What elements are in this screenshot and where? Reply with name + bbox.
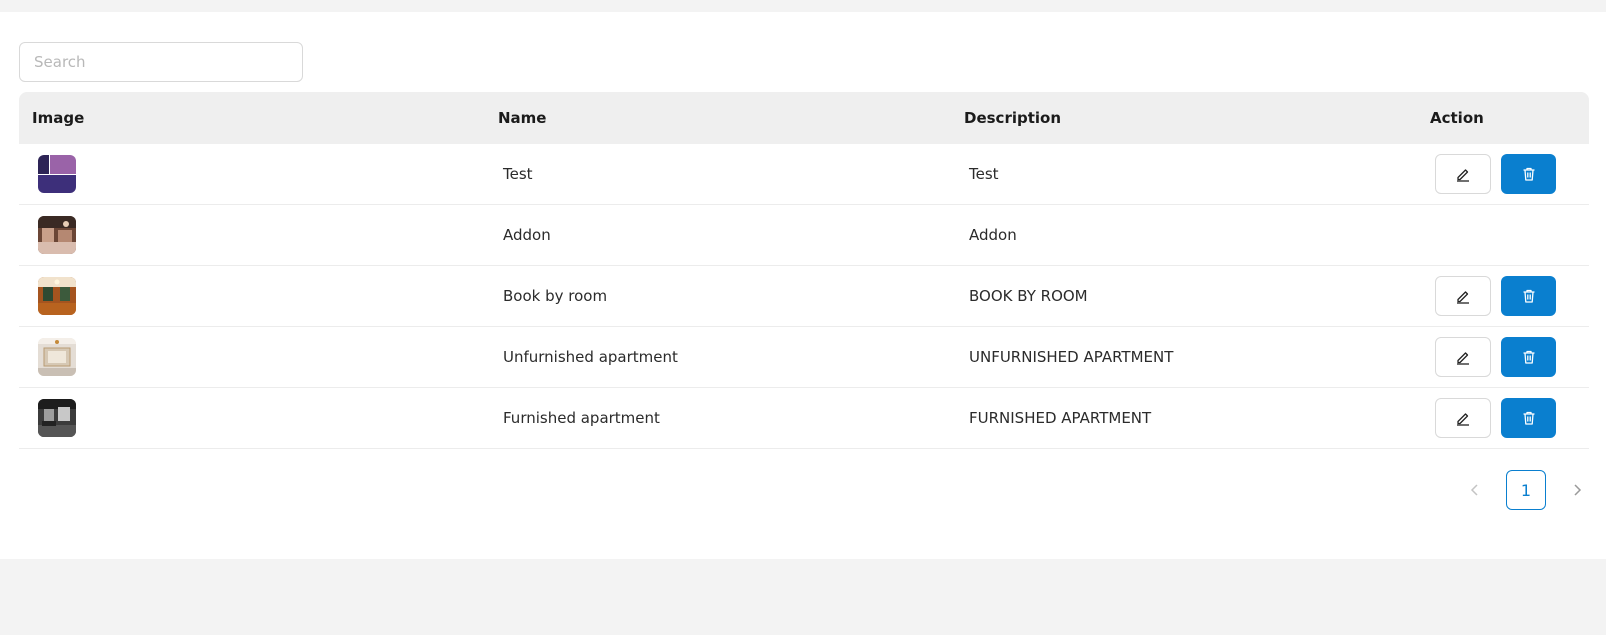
edit-button[interactable] <box>1435 337 1491 377</box>
search-input[interactable] <box>19 42 303 82</box>
delete-button[interactable] <box>1501 276 1556 316</box>
edit-button[interactable] <box>1435 398 1491 438</box>
trash-icon <box>1523 350 1534 364</box>
row-description: BOOK BY ROOM <box>969 287 1088 305</box>
row-description: Test <box>969 165 999 183</box>
trash-icon <box>1523 167 1534 181</box>
trash-icon <box>1523 289 1534 303</box>
next-page-button[interactable] <box>1558 470 1596 510</box>
header-description: Description <box>964 109 1062 127</box>
table-row: Addon Addon <box>19 205 1589 266</box>
row-thumbnail <box>38 399 76 437</box>
row-description: FURNISHED APARTMENT <box>969 409 1152 427</box>
header-image: Image <box>32 109 85 127</box>
row-thumbnail <box>38 338 76 376</box>
pencil-icon <box>1457 413 1469 426</box>
table-header: Image Name Description Action <box>19 92 1589 144</box>
chevron-right-icon <box>1574 484 1582 496</box>
row-description: UNFURNISHED APARTMENT <box>969 348 1174 366</box>
edit-button[interactable] <box>1435 276 1491 316</box>
pencil-icon <box>1457 291 1469 304</box>
table-row: Test Test <box>19 144 1589 205</box>
row-thumbnail <box>38 277 76 315</box>
data-table: Image Name Description Action Test Test <box>19 92 1589 449</box>
page-number-button[interactable]: 1 <box>1506 470 1546 510</box>
table-row: Unfurnished apartment UNFURNISHED APARTM… <box>19 327 1589 388</box>
row-thumbnail <box>38 155 76 193</box>
row-description: Addon <box>969 226 1017 244</box>
delete-button[interactable] <box>1501 154 1556 194</box>
row-name: Book by room <box>503 287 608 305</box>
table-row: Book by room BOOK BY ROOM <box>19 266 1589 327</box>
row-name: Test <box>503 165 533 183</box>
row-name: Furnished apartment <box>503 409 660 427</box>
pagination: 1 <box>1456 470 1596 510</box>
pencil-icon <box>1457 352 1469 365</box>
pencil-icon <box>1457 169 1469 182</box>
prev-page-button[interactable] <box>1456 470 1494 510</box>
edit-button[interactable] <box>1435 154 1491 194</box>
chevron-left-icon <box>1470 484 1478 496</box>
delete-button[interactable] <box>1501 398 1556 438</box>
table-row: Furnished apartment FURNISHED APARTMENT <box>19 388 1589 449</box>
row-name: Addon <box>503 226 551 244</box>
header-name: Name <box>498 109 547 127</box>
row-name: Unfurnished apartment <box>503 348 678 366</box>
delete-button[interactable] <box>1501 337 1556 377</box>
content-card: Image Name Description Action Test Test <box>0 12 1606 559</box>
header-action: Action <box>1430 109 1484 127</box>
trash-icon <box>1523 411 1534 425</box>
row-thumbnail <box>38 216 76 254</box>
